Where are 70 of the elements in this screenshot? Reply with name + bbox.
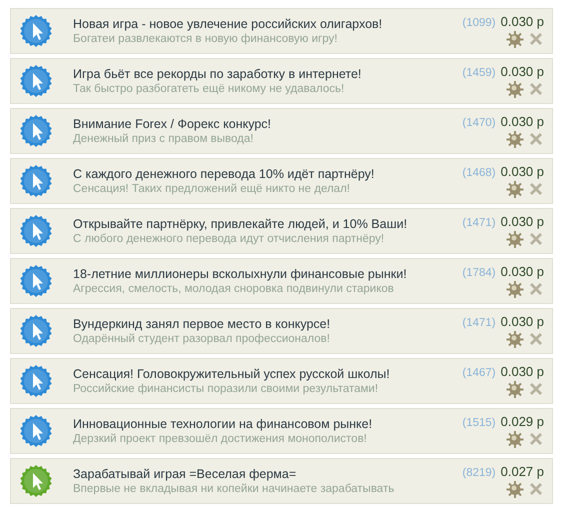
price: 0.030 р bbox=[500, 364, 544, 379]
ad-card[interactable]: Внимание Forex / Форекс конкурс! Денежный приз с правом вывода! (1470) 0.030 р bbox=[10, 108, 553, 154]
view-count: (1470) bbox=[462, 117, 496, 129]
view-count: (1471) bbox=[462, 217, 496, 229]
gear-icon[interactable] bbox=[506, 180, 524, 198]
ad-title[interactable]: Инновационные технологии на финансовом рынке! bbox=[73, 417, 462, 431]
gear-icon[interactable] bbox=[506, 330, 524, 348]
close-icon[interactable] bbox=[528, 481, 544, 497]
ad-card[interactable]: Инновационные технологии на финансовом рынке! Дерзкий проект превзошёл достижения монополистов! (1515) 0.029 р bbox=[10, 408, 553, 454]
price: 0.030 р bbox=[500, 164, 544, 179]
gear-icon[interactable] bbox=[506, 30, 524, 48]
view-count: (1459) bbox=[462, 67, 496, 79]
ad-title[interactable]: 18-летние миллионеры всколыхнули финансовые рынки! bbox=[73, 267, 462, 281]
view-count: (1099) bbox=[462, 17, 496, 29]
view-count: (1467) bbox=[462, 367, 496, 379]
ad-description: Богатеи развлекаются в новую финансовую игру! bbox=[73, 33, 338, 45]
ad-card[interactable]: Вундеркинд занял первое место в конкурсе! Одарённый студент разорвал профессионалов! (1471) 0.030 р bbox=[10, 308, 553, 354]
ad-description: Дерзкий проект превзошёл достижения монополистов! bbox=[73, 433, 368, 445]
gear-icon[interactable] bbox=[506, 480, 524, 498]
price: 0.030 р bbox=[500, 264, 544, 279]
view-count: (8219) bbox=[462, 467, 496, 479]
price: 0.030 р bbox=[500, 114, 544, 129]
ad-description: Денежный приз с правом вывода! bbox=[73, 133, 254, 145]
ad-description: Впервые не вкладывая ни копейки начинаете зарабатывать bbox=[73, 483, 396, 495]
ad-card[interactable]: 18-летние миллионеры всколыхнули финансовые рынки! Агрессия, смелость, молодая сноровка подвинули стариков (1784) 0.030 р bbox=[10, 258, 553, 304]
close-icon[interactable] bbox=[528, 331, 544, 347]
close-icon[interactable] bbox=[528, 381, 544, 397]
ad-card[interactable]: Новая игра - новое увлечение российских олигархов! Богатеи развлекаются в новую финансовую игру! (1099) 0.030 р bbox=[10, 8, 553, 54]
close-icon[interactable] bbox=[528, 81, 544, 97]
ad-card[interactable]: С каждого денежного перевода 10% идёт партнёру! Сенсация! Таких предложений ещё никто не делал! (1468) 0.030 р bbox=[10, 158, 553, 204]
price: 0.030 р bbox=[500, 64, 544, 79]
price: 0.027 р bbox=[500, 464, 544, 479]
ad-description: С любого денежного перевода идут отчисления партнёру! bbox=[73, 233, 386, 245]
close-icon[interactable] bbox=[528, 231, 544, 247]
gear-icon[interactable] bbox=[506, 380, 524, 398]
ad-title[interactable]: Внимание Forex / Форекс конкурс! bbox=[73, 117, 462, 131]
close-icon[interactable] bbox=[528, 181, 544, 197]
gear-icon[interactable] bbox=[506, 130, 524, 148]
ad-title[interactable]: Зарабатывай играя =Веселая ферма= bbox=[73, 467, 462, 481]
ad-title[interactable]: Игра бьёт все рекорды по заработку в интернете! bbox=[73, 67, 462, 81]
close-icon[interactable] bbox=[528, 281, 544, 297]
gear-icon[interactable] bbox=[506, 280, 524, 298]
gear-icon[interactable] bbox=[506, 430, 524, 448]
price: 0.030 р bbox=[500, 14, 544, 29]
gear-icon[interactable] bbox=[506, 80, 524, 98]
view-count: (1784) bbox=[462, 267, 496, 279]
ad-title[interactable]: Вундеркинд занял первое место в конкурсе! bbox=[73, 317, 462, 331]
ad-card[interactable]: Открывайте партнёрку, привлекайте людей, и 10% Ваши! С любого денежного перевода идут отчисления партнёру! (1471) 0.030 р bbox=[10, 208, 553, 254]
ad-title[interactable]: Сенсация! Головокружительный успех русской школы! bbox=[73, 367, 462, 381]
price: 0.030 р bbox=[500, 314, 544, 329]
close-icon[interactable] bbox=[528, 31, 544, 47]
ad-description: Агрессия, смелость, молодая сноровка подвинули стариков bbox=[73, 283, 395, 295]
ad-card[interactable]: Сенсация! Головокружительный успех русской школы! Российские финансисты поразили своими результатами! (1467) 0.030 р bbox=[10, 358, 553, 404]
ad-description: Российские финансисты поразили своими результатами! bbox=[73, 383, 380, 395]
view-count: (1471) bbox=[462, 317, 496, 329]
view-count: (1515) bbox=[462, 417, 496, 429]
ad-description: Одарённый студент разорвал профессионалов! bbox=[73, 333, 331, 345]
ad-card[interactable]: Зарабатывай играя =Веселая ферма= Впервые не вкладывая ни копейки начинаете зарабатывать (8219) 0.027 р bbox=[10, 458, 553, 504]
price: 0.029 р bbox=[500, 414, 544, 429]
close-icon[interactable] bbox=[528, 131, 544, 147]
close-icon[interactable] bbox=[528, 431, 544, 447]
ad-description: Так быстро разбогатеть ещё никому не удавалось! bbox=[73, 83, 346, 95]
ad-title[interactable]: Новая игра - новое увлечение российских олигархов! bbox=[73, 17, 462, 31]
ad-title[interactable]: Открывайте партнёрку, привлекайте людей, и 10% Ваши! bbox=[73, 217, 462, 231]
view-count: (1468) bbox=[462, 167, 496, 179]
gear-icon[interactable] bbox=[506, 230, 524, 248]
price: 0.030 р bbox=[500, 214, 544, 229]
ad-description: Сенсация! Таких предложений ещё никто не делал! bbox=[73, 183, 351, 195]
ad-title[interactable]: С каждого денежного перевода 10% идёт партнёру! bbox=[73, 167, 462, 181]
ad-card[interactable]: Игра бьёт все рекорды по заработку в интернете! Так быстро разбогатеть ещё никому не удавалось! (1459) 0.030 р bbox=[10, 58, 553, 104]
